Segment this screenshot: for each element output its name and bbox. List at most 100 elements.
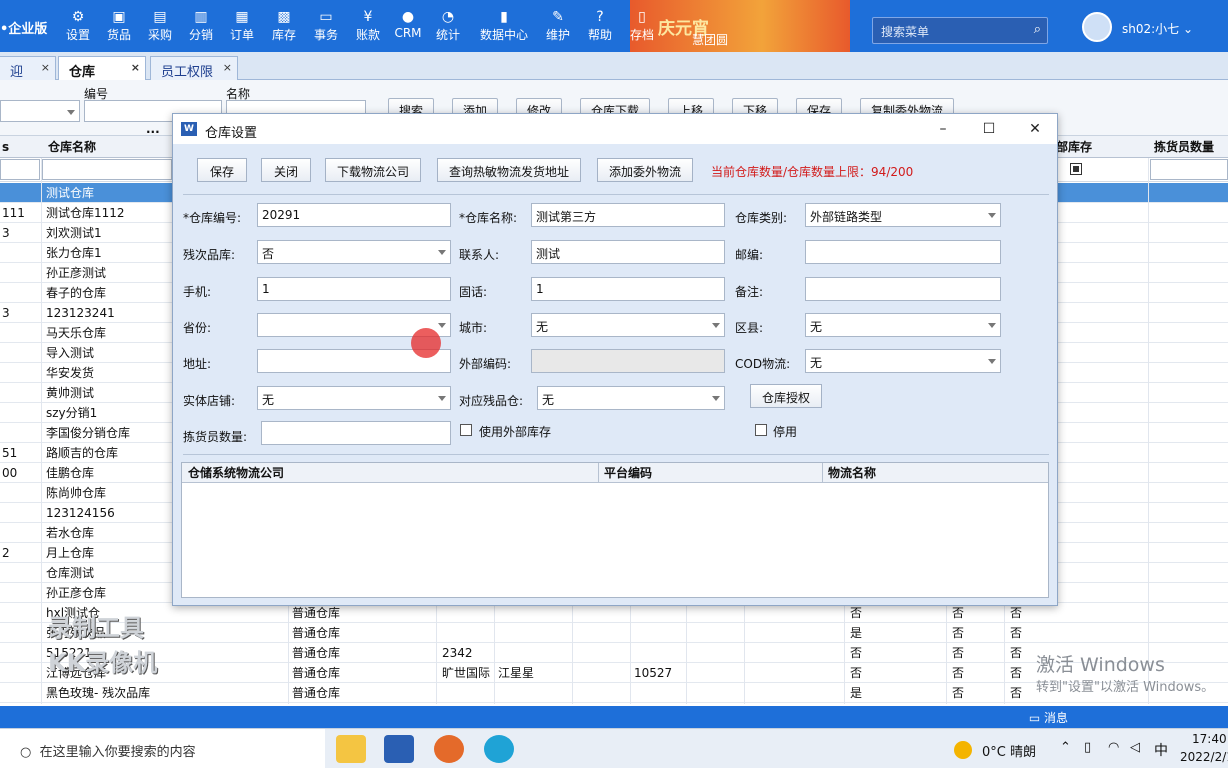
col-header-logistics-name[interactable]: 物流名称: [828, 463, 876, 483]
cell-value: [634, 603, 684, 623]
divider: [183, 454, 1049, 455]
col-header-prefix: s: [2, 140, 10, 154]
menu-purchase[interactable]: ▤ 采购: [140, 8, 180, 43]
menu-search-input[interactable]: 搜索菜单 ⌕: [872, 17, 1048, 44]
cell-value: [498, 683, 568, 703]
person-icon: ●: [401, 9, 415, 25]
cell-prefix: 3: [2, 306, 10, 320]
close-icon[interactable]: ✕: [1021, 119, 1049, 139]
tab-staff-permissions[interactable]: 员工权限 ×: [150, 56, 238, 80]
add-outsource-logistics-button[interactable]: 添加委外物流: [597, 158, 693, 182]
menu-goods[interactable]: ▣ 货品: [99, 8, 139, 43]
note-input[interactable]: [805, 277, 1001, 301]
col-header-platform-code[interactable]: 平台编码: [604, 463, 652, 483]
menu-inventory[interactable]: ▩ 库存: [264, 8, 304, 43]
city-select[interactable]: 无: [531, 313, 725, 337]
dialog-save-button[interactable]: 保存: [197, 158, 247, 182]
query-thermal-address-button[interactable]: 查询热敏物流发货地址: [437, 158, 581, 182]
warehouse-code-input[interactable]: 20291: [257, 203, 451, 227]
col-header-system-logistics[interactable]: 仓储系统物流公司: [188, 463, 284, 483]
col-header-local-stock[interactable]: 部库存: [1056, 137, 1092, 157]
picker-count-input[interactable]: [261, 421, 451, 445]
grid-filter-cell[interactable]: [42, 159, 172, 180]
grid-filter-checkbox[interactable]: [1070, 163, 1082, 175]
dialog-titlebar[interactable]: W 仓库设置 – ☐ ✕: [173, 114, 1057, 144]
taskbar-search[interactable]: ○ 在这里输入你要搜索的内容: [0, 729, 325, 769]
menu-accounts[interactable]: ¥ 账款: [348, 8, 388, 43]
menu-distribution[interactable]: ▥ 分销: [181, 8, 221, 43]
tab-warehouse[interactable]: 仓库 ×: [58, 56, 146, 80]
grid-filter-cell[interactable]: [1150, 159, 1228, 180]
ime-indicator[interactable]: 中: [1154, 740, 1168, 760]
menu-help[interactable]: ? 帮助: [580, 8, 620, 43]
defect-warehouse-select[interactable]: 否: [257, 240, 451, 264]
grid-divider: [598, 463, 599, 483]
cod-logistics-select[interactable]: 无: [805, 349, 1001, 373]
menu-data-center[interactable]: ▮ 数据中心: [476, 8, 532, 43]
chevron-up-icon[interactable]: ⌃: [1060, 740, 1071, 755]
cell-prefix: [2, 263, 40, 283]
menu-affairs[interactable]: ▭ 事务: [306, 8, 346, 43]
type-filter-select[interactable]: [0, 100, 80, 122]
battery-icon[interactable]: ▯: [1084, 740, 1091, 755]
messages-button[interactable]: ▭ 消息: [1029, 709, 1068, 726]
volume-icon[interactable]: ◁: [1130, 740, 1140, 755]
col-header-name[interactable]: 仓库名称: [48, 137, 96, 157]
table-row[interactable]: 张力残次品 普通仓库是否否: [0, 623, 1228, 643]
address-label: 地址:: [183, 357, 212, 371]
weather-text[interactable]: 0°C 晴朗: [982, 741, 1036, 760]
contact-input[interactable]: 测试: [531, 240, 725, 264]
cell-flag: 否: [952, 606, 965, 620]
district-select[interactable]: 无: [805, 313, 1001, 337]
cell-warehouse-type: 普通仓库: [292, 666, 341, 680]
disable-checkbox[interactable]: [755, 424, 767, 436]
warehouse-authorize-button[interactable]: 仓库授权: [750, 384, 822, 408]
maximize-icon[interactable]: ☐: [975, 119, 1003, 139]
yen-icon: ¥: [363, 9, 373, 25]
col-header-picker-count[interactable]: 拣货员数量: [1154, 137, 1214, 157]
dialog-close-button[interactable]: 关闭: [261, 158, 311, 182]
cell-prefix: [2, 403, 40, 423]
mobile-input[interactable]: 1: [257, 277, 451, 301]
network-icon[interactable]: ◠: [1108, 740, 1119, 755]
menu-maintenance[interactable]: ✎ 维护: [538, 8, 578, 43]
menu-settings[interactable]: ⚙ 设置: [58, 8, 98, 43]
use-external-stock-checkbox[interactable]: [460, 424, 472, 436]
more-ellipsis[interactable]: ...: [146, 122, 160, 136]
physical-store-select[interactable]: 无: [257, 386, 451, 410]
chat-icon: ▭: [319, 9, 333, 25]
user-menu[interactable]: sh02:小七 ⌄: [1122, 20, 1193, 37]
minimize-icon[interactable]: –: [929, 119, 957, 139]
divider: [183, 194, 1049, 195]
download-logistics-button[interactable]: 下载物流公司: [325, 158, 421, 182]
avatar[interactable]: [1082, 12, 1112, 42]
dialog-title: 仓库设置: [205, 126, 258, 141]
warehouse-type-select[interactable]: 外部链路类型: [805, 203, 1001, 227]
app-icon[interactable]: [434, 735, 464, 763]
menu-orders[interactable]: ▦ 订单: [222, 8, 262, 43]
menu-statistics[interactable]: ◔ 统计: [428, 8, 468, 43]
zip-input[interactable]: [805, 240, 1001, 264]
grid-divider: [822, 463, 823, 483]
close-icon[interactable]: ×: [41, 61, 50, 74]
cell-value: [498, 623, 568, 643]
archive-icon: ▯: [638, 9, 646, 25]
external-code-label: 外部编码:: [459, 357, 512, 371]
cell-warehouse-name: 黑色玫瑰- 残次品库: [46, 686, 151, 700]
menu-crm[interactable]: ● CRM: [388, 8, 428, 40]
file-explorer-icon[interactable]: [336, 735, 366, 763]
close-icon[interactable]: ×: [223, 61, 232, 74]
pie-icon: ◔: [441, 9, 455, 25]
menu-archive[interactable]: ▯ 存档: [622, 8, 662, 43]
table-row[interactable]: hxl测试仓 普通仓库否否否: [0, 603, 1228, 623]
close-icon[interactable]: ×: [131, 61, 140, 74]
edge-browser-icon[interactable]: [484, 735, 514, 763]
clock-time[interactable]: 17:40: [1192, 732, 1227, 746]
phone-input[interactable]: 1: [531, 277, 725, 301]
erp-app-icon[interactable]: [384, 735, 414, 763]
defect-warehouse-map-select[interactable]: 无: [537, 386, 725, 410]
warehouse-name-input[interactable]: 测试第三方: [531, 203, 725, 227]
grid-filter-cell[interactable]: [0, 159, 40, 180]
tab-welcome[interactable]: 迎 ×: [0, 56, 56, 80]
clock-date[interactable]: 2022/2/1: [1180, 750, 1228, 764]
